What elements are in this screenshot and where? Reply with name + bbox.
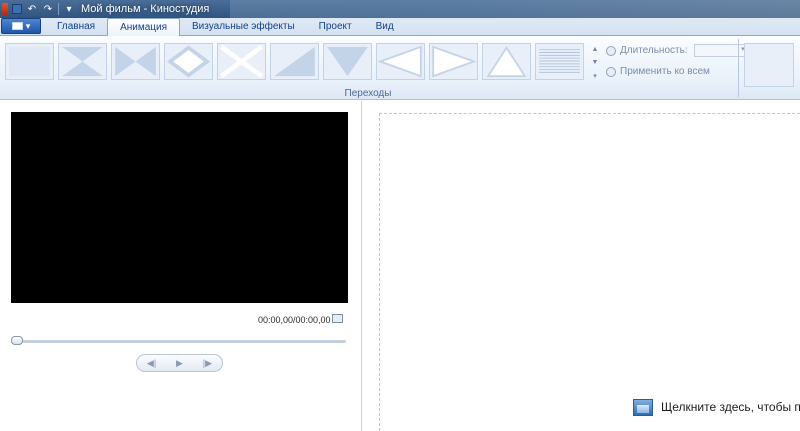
video-preview[interactable]	[11, 112, 348, 303]
gallery-up-icon[interactable]: ▲	[590, 43, 600, 56]
tab-animation[interactable]: Анимация	[107, 18, 181, 36]
next-frame-icon[interactable]: |▶	[203, 358, 212, 369]
preview-pane: 00:00,00/00:00,00 ◀| ▶ |▶	[0, 101, 362, 431]
pan-zoom-thumb[interactable]	[744, 43, 794, 87]
fullscreen-icon[interactable]	[332, 314, 343, 323]
add-photos-icon	[633, 397, 653, 417]
transitions-group-label: Переходы	[344, 88, 392, 99]
clock-icon	[606, 45, 616, 56]
transition-diamond[interactable]	[164, 43, 213, 80]
duration-dropdown[interactable]: ▾	[693, 44, 748, 57]
apply-all-icon	[606, 66, 616, 77]
redo-icon[interactable]: ↷	[42, 3, 54, 15]
group-separator	[738, 39, 739, 97]
transition-x[interactable]	[217, 43, 266, 80]
seek-bar[interactable]	[11, 340, 346, 343]
transition-diagonal[interactable]	[270, 43, 319, 80]
quick-access-toolbar: ↶ ↷ ▾	[0, 0, 75, 18]
play-icon[interactable]: ▶	[176, 358, 183, 369]
transition-lines[interactable]	[535, 43, 584, 80]
transition-triangle-up[interactable]	[482, 43, 531, 80]
gallery-down-icon[interactable]: ▼	[590, 56, 600, 69]
app-menu-button[interactable]: ▾	[1, 18, 41, 34]
storyboard-pane: Щелкните здесь, чтобы пр	[363, 101, 800, 431]
main-area: 00:00,00/00:00,00 ◀| ▶ |▶ Щелкните здесь…	[0, 101, 800, 431]
tab-view[interactable]: Вид	[364, 18, 406, 35]
window-title: Мой фильм - Киностудия	[81, 3, 210, 15]
add-media-hint-text: Щелкните здесь, чтобы пр	[661, 400, 800, 414]
transition-cross-in[interactable]	[58, 43, 107, 80]
ribbon: ▲ ▼ ▾ Длительность: ▾ Применить ко всем …	[0, 36, 800, 100]
undo-icon[interactable]: ↶	[26, 3, 38, 15]
duration-option: Длительность: ▾	[606, 44, 748, 57]
chevron-down-icon: ▾	[25, 20, 31, 31]
duration-label: Длительность:	[620, 45, 688, 56]
transition-arrow-right[interactable]	[429, 43, 478, 80]
gallery-scroll: ▲ ▼ ▾	[590, 43, 600, 82]
document-icon	[11, 22, 23, 30]
seek-handle[interactable]	[11, 336, 23, 345]
storyboard-drop-area[interactable]	[379, 113, 800, 431]
time-display: 00:00,00/00:00,00	[258, 315, 331, 325]
transition-arrow-left[interactable]	[376, 43, 425, 80]
customize-toolbar-icon[interactable]: ▾	[63, 3, 75, 15]
tab-home[interactable]: Главная	[45, 18, 107, 35]
previous-frame-icon[interactable]: ◀|	[147, 358, 156, 369]
transition-v-down[interactable]	[323, 43, 372, 80]
add-media-hint[interactable]: Щелкните здесь, чтобы пр	[633, 397, 800, 417]
app-icon	[2, 3, 8, 15]
title-bar: ↶ ↷ ▾ Мой фильм - Киностудия	[0, 0, 800, 18]
ribbon-tabs: ▾ Главная Анимация Визуальные эффекты Пр…	[0, 18, 800, 36]
transitions-gallery	[5, 43, 589, 82]
gallery-more-icon[interactable]: ▾	[590, 69, 600, 82]
transition-none[interactable]	[5, 43, 54, 80]
transition-bowtie[interactable]	[111, 43, 160, 80]
save-icon[interactable]	[12, 4, 22, 14]
tab-project[interactable]: Проект	[307, 18, 364, 35]
apply-all-button[interactable]: Применить ко всем	[606, 66, 710, 77]
playback-controls: ◀| ▶ |▶	[136, 354, 223, 372]
tab-visual-effects[interactable]: Визуальные эффекты	[180, 18, 307, 35]
apply-all-label: Применить ко всем	[620, 66, 710, 77]
